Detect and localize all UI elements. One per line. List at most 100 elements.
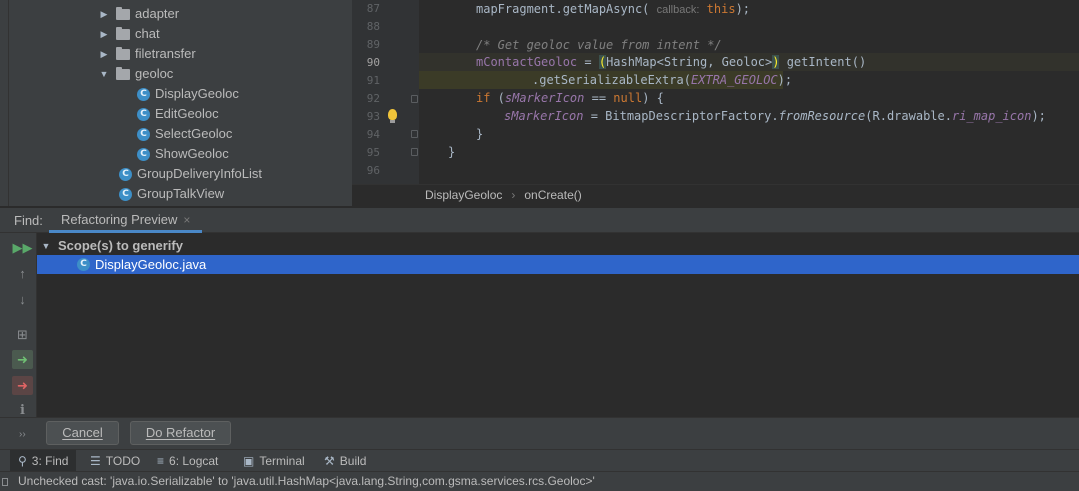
class-icon: C: [137, 127, 150, 141]
tab-label: 3: Find: [31, 453, 69, 468]
close-icon[interactable]: ×: [183, 213, 190, 227]
tree-class-grouptalkview[interactable]: C GroupTalkView: [119, 184, 224, 204]
dialog-button-bar: ›› Cancel Do Refactor: [0, 417, 1079, 449]
line-number: 90: [366, 56, 380, 69]
tree-label: ShowGeoloc: [155, 146, 229, 161]
exclude-icon[interactable]: ➜: [12, 376, 33, 395]
tree-label: SelectGeoloc: [155, 126, 233, 141]
code-line-89: /* Get geoloc value from intent */: [476, 38, 722, 52]
editor-gutter[interactable]: 87 88 89 90 91 92 93 94 95 96: [352, 0, 419, 184]
tab-label: Build: [339, 453, 367, 468]
chevron-down-icon[interactable]: ▼: [98, 64, 110, 84]
tree-label: EditGeoloc: [155, 106, 219, 121]
code-line-93: sMarkerIcon = BitmapDescriptorFactory.fr…: [504, 109, 1046, 123]
code-line-95: }: [448, 145, 456, 159]
code-line-92: if (sMarkerIcon == null) {: [476, 91, 664, 105]
tab-label: TODO: [105, 453, 141, 468]
terminal-icon: ▣: [243, 453, 255, 468]
code-line-94: }: [476, 127, 484, 141]
file-result-row[interactable]: C DisplayGeoloc.java: [37, 255, 1079, 274]
find-toolbar: ▶▶ ↑ ↓ ⊞ ➜ ➜ i: [0, 233, 37, 418]
do-refactor-button[interactable]: Do Refactor: [130, 421, 231, 445]
breadcrumb-class[interactable]: DisplayGeoloc: [425, 188, 502, 202]
code-line-87: mapFragment.getMapAsync( callback: this)…: [476, 2, 751, 16]
left-tool-strip: [0, 0, 9, 206]
tree-label: GroupTalkView: [137, 186, 225, 201]
tab-refactoring-preview[interactable]: Refactoring Preview ×: [49, 208, 203, 233]
tree-label: filetransfer: [135, 46, 196, 61]
tree-class-editgeoloc[interactable]: C EditGeoloc: [137, 104, 219, 124]
breadcrumb: DisplayGeoloc › onCreate(): [352, 184, 1079, 206]
tree-label: adapter: [135, 6, 180, 21]
status-message: Unchecked cast: 'java.io.Serializable' t…: [18, 474, 595, 488]
line-number: 95: [366, 146, 380, 159]
next-occurrence-icon[interactable]: ↓: [12, 290, 33, 309]
hammer-icon: ⚒: [324, 453, 335, 468]
chevron-right-icon[interactable]: ▶: [98, 4, 110, 24]
tab-find[interactable]: ⚲ 3: Find: [10, 450, 77, 471]
tree-label: DisplayGeoloc: [155, 86, 239, 101]
cancel-button[interactable]: Cancel: [46, 421, 119, 445]
breadcrumb-method[interactable]: onCreate(): [524, 188, 581, 202]
line-number: 93: [366, 110, 380, 123]
lightbulb-icon[interactable]: [388, 109, 397, 123]
chevron-right-icon[interactable]: ▶: [98, 24, 110, 44]
tree-class-showgeoloc[interactable]: C ShowGeoloc: [137, 144, 229, 164]
tree-folder-chat[interactable]: ▶ chat: [98, 24, 160, 44]
line-number: 87: [366, 2, 380, 15]
class-icon: C: [137, 107, 150, 121]
previous-occurrence-icon[interactable]: ↑: [12, 264, 33, 283]
tree-folder-geoloc[interactable]: ▼ geoloc: [98, 64, 174, 84]
tab-label: Terminal: [259, 453, 305, 468]
status-bar: Unchecked cast: 'java.io.Serializable' t…: [0, 471, 1079, 491]
tab-build[interactable]: ⚒ Build: [324, 450, 366, 471]
fold-marker-icon[interactable]: [411, 148, 418, 156]
tab-label: Refactoring Preview: [61, 212, 178, 227]
breadcrumb-separator: ›: [511, 188, 516, 202]
include-icon[interactable]: ➜: [12, 350, 33, 369]
tree-class-displaygeoloc[interactable]: C DisplayGeoloc: [137, 84, 239, 104]
class-icon: C: [119, 167, 132, 181]
tab-logcat[interactable]: ≡ 6: Logcat: [157, 450, 218, 471]
group-icon[interactable]: ⊞: [12, 325, 33, 344]
expand-icon[interactable]: ››: [19, 429, 26, 440]
code-editor[interactable]: 87 88 89 90 91 92 93 94 95 96 mapFragmen…: [352, 0, 1079, 206]
class-icon: C: [119, 187, 132, 201]
scope-group-row[interactable]: ▼ Scope(s) to generify: [37, 236, 183, 256]
line-number: 92: [366, 92, 380, 105]
code-line-91: .getSerializableExtra(EXTRA_GEOLOC);: [532, 73, 793, 87]
tab-label: 6: Logcat: [169, 453, 219, 468]
folder-icon: [116, 6, 130, 20]
tree-folder-filetransfer[interactable]: ▶ filetransfer: [98, 44, 196, 64]
line-number: 91: [366, 74, 380, 87]
chevron-down-icon[interactable]: ▼: [40, 236, 52, 256]
class-icon: C: [77, 258, 90, 271]
line-number: 94: [366, 128, 380, 141]
fold-marker-icon[interactable]: [411, 130, 418, 138]
tree-label: GroupDeliveryInfoList: [137, 166, 262, 181]
tree-class-selectgeoloc[interactable]: C SelectGeoloc: [137, 124, 232, 144]
scope-label: Scope(s) to generify: [58, 238, 183, 253]
tree-label: geoloc: [135, 66, 174, 81]
tab-terminal[interactable]: ▣ Terminal: [243, 450, 305, 471]
folder-icon: [116, 46, 130, 60]
tree-class-groupdeliveryinfolist[interactable]: C GroupDeliveryInfoList: [119, 164, 262, 184]
parameter-hint: callback:: [656, 4, 700, 16]
code-line-90: mContactGeoloc = (HashMap<String, Geoloc…: [476, 55, 867, 69]
find-label: Find:: [14, 213, 43, 228]
chevron-right-icon[interactable]: ▶: [98, 44, 110, 64]
search-icon: ⚲: [18, 453, 27, 468]
refactoring-preview-tree[interactable]: ▼ Scope(s) to generify C DisplayGeoloc.j…: [37, 233, 1079, 417]
class-icon: C: [137, 87, 150, 101]
rerun-icon[interactable]: ▶▶: [12, 238, 33, 257]
list-icon: ☰: [90, 453, 101, 468]
fold-marker-icon[interactable]: [411, 95, 418, 103]
find-window-header: Find: Refactoring Preview ×: [0, 207, 1079, 233]
tab-todo[interactable]: ☰ TODO: [90, 450, 140, 471]
tree-folder-adapter[interactable]: ▶ adapter: [98, 4, 180, 24]
file-result-label: DisplayGeoloc.java: [95, 257, 207, 272]
line-number: 89: [366, 38, 380, 51]
line-number: 88: [366, 20, 380, 33]
window-icon[interactable]: [2, 478, 8, 486]
project-tree[interactable]: ▶ adapter ▶ chat ▶ filetransfer ▼ geoloc…: [9, 0, 352, 206]
